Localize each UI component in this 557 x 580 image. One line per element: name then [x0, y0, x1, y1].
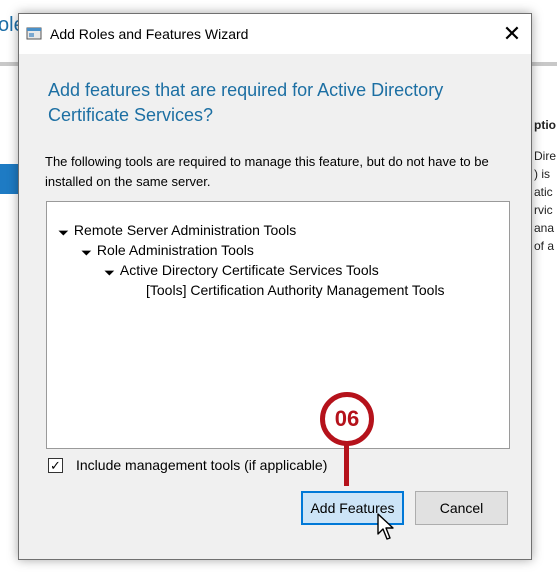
tree-node-label: Role Administration Tools — [96, 242, 254, 258]
tree-node-label: Remote Server Administration Tools — [73, 222, 297, 238]
include-tools-checkbox[interactable]: ✓ — [48, 458, 63, 473]
dialog-description: The following tools are required to mana… — [45, 154, 489, 189]
required-features-tree[interactable]: ◢ Remote Server Administration Tools ◢ Rol… — [46, 201, 510, 449]
background-text-line: Dire — [534, 149, 557, 163]
background-text-line: atic — [534, 185, 553, 199]
checkmark-icon: ✓ — [50, 458, 61, 473]
dialog-heading: Add features that are required for Activ… — [48, 80, 444, 125]
background-section-heading: ptio — [534, 118, 556, 132]
tree-node[interactable]: ◢ Active Directory Certificate Services T… — [103, 262, 379, 278]
background-text-line: rvic — [534, 203, 553, 217]
close-icon: ✕ — [502, 21, 522, 46]
tree-node-label: [Tools] Certification Authority Manageme… — [146, 282, 445, 298]
tree-node-label: Active Directory Certificate Services To… — [119, 262, 379, 278]
tree-node[interactable]: ◢ Remote Server Administration Tools — [57, 222, 297, 238]
cancel-button[interactable]: Cancel — [415, 491, 508, 525]
expanded-triangle-icon[interactable]: ◢ — [80, 244, 93, 257]
expanded-triangle-icon[interactable]: ◢ — [103, 264, 116, 277]
dialog-title: Add Roles and Features Wizard — [50, 26, 249, 42]
step-callout-badge: 06 — [320, 392, 374, 446]
mouse-cursor-icon — [377, 513, 394, 540]
include-tools-label[interactable]: Include management tools (if applicable) — [76, 457, 327, 473]
wizard-icon — [26, 27, 42, 40]
background-text-line: ana — [534, 221, 555, 235]
tree-node[interactable]: [Tools] Certification Authority Manageme… — [146, 282, 445, 298]
tree-node[interactable]: ◢ Role Administration Tools — [80, 242, 254, 258]
close-button[interactable]: ✕ — [497, 19, 527, 49]
add-features-dialog: Add Roles and Features Wizard ✕ Add feat… — [18, 13, 532, 560]
background-text-line: of a — [534, 239, 555, 253]
expanded-triangle-icon[interactable]: ◢ — [57, 224, 70, 237]
background-text-line: ) is — [534, 167, 550, 181]
dialog-titlebar[interactable]: Add Roles and Features Wizard ✕ — [19, 14, 531, 54]
callout-pointer — [344, 445, 349, 486]
